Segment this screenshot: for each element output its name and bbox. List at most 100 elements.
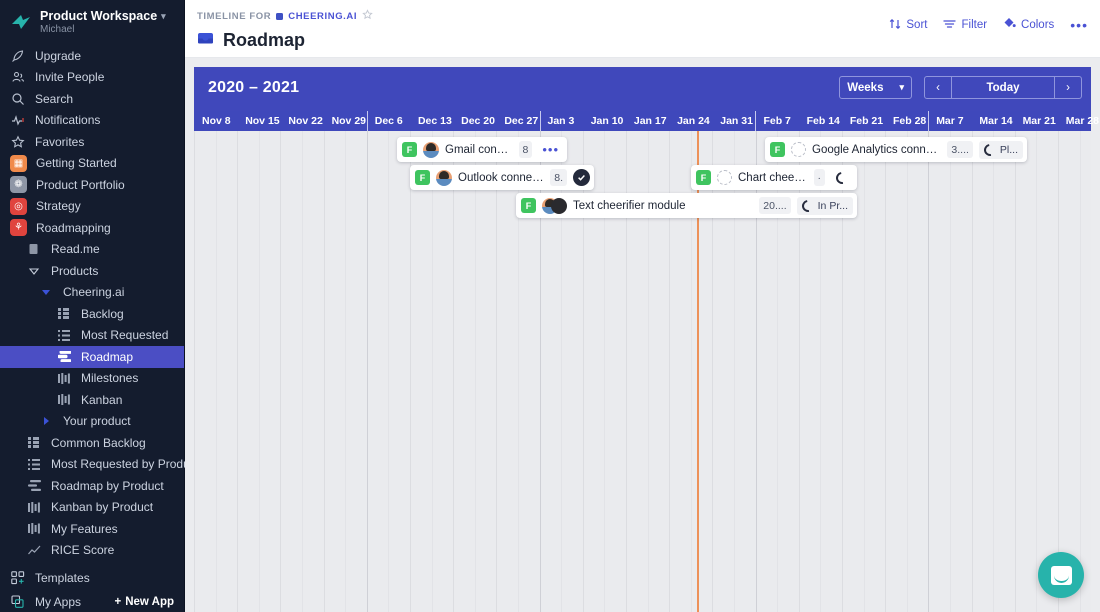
sidebar-item-kanban[interactable]: Kanban xyxy=(0,389,184,411)
sidebar-label: Roadmapping xyxy=(36,220,111,235)
sidebar-label: Most Requested xyxy=(81,328,169,343)
sidebar-main-nav: Upgrade Invite People Search Notificatio… xyxy=(0,45,199,562)
timeline-date-cell: Nov 8 xyxy=(202,115,231,127)
breadcrumb: TIMELINE FOR CHEERING.AI xyxy=(197,9,373,23)
zoom-select[interactable]: Weeks ▾ xyxy=(839,76,912,99)
templates-icon xyxy=(10,571,26,585)
card-more-menu[interactable]: ••• xyxy=(538,143,563,156)
sidebar-item-roadmap-by-product[interactable]: Roadmap by Product xyxy=(0,475,184,497)
timeline-date-cell: Nov 15 xyxy=(245,115,280,127)
workspace-header[interactable]: Product Workspace ▾ Michael xyxy=(0,0,184,45)
status-in-progress-icon[interactable] xyxy=(831,169,853,187)
roadmapping-icon: ⚘ xyxy=(10,219,27,237)
doc-icon xyxy=(26,243,42,255)
timeline-date-cell: Dec 6 xyxy=(366,111,410,131)
avatar-placeholder[interactable] xyxy=(791,142,806,157)
status-label: Pl... xyxy=(999,143,1018,156)
sidebar-item-most-requested-by-product[interactable]: Most Requested by Product xyxy=(0,454,199,476)
timeline-card[interactable]: F Outlook connector 8. xyxy=(410,165,594,190)
timeline-area: 2020 – 2021 Weeks ▾ ‹ Today › Nov 8Nov xyxy=(185,58,1100,612)
sidebar-label: Cheering.ai xyxy=(63,285,125,300)
rocket-icon xyxy=(10,49,26,63)
sidebar-item-my-features[interactable]: My Features xyxy=(0,518,184,540)
gridline xyxy=(323,131,325,612)
sidebar-label: Most Requested by Product xyxy=(51,457,200,472)
search-icon xyxy=(10,92,26,106)
gridline-half xyxy=(388,131,390,612)
roadmap-icon xyxy=(56,351,72,363)
timeline-date-cell: Feb 28 xyxy=(893,115,927,127)
workspace-logo-icon xyxy=(10,11,32,33)
timeline-card[interactable]: F Text cheerifier module 20.... In Pr... xyxy=(516,193,857,218)
breadcrumb-prefix: TIMELINE FOR xyxy=(197,10,272,22)
sidebar-label: Search xyxy=(35,91,74,106)
colors-label: Colors xyxy=(1021,19,1055,31)
caret-down-outline-icon xyxy=(26,265,42,277)
sidebar-item-invite-people[interactable]: Invite People xyxy=(0,67,184,89)
sidebar-item-upgrade[interactable]: Upgrade xyxy=(0,45,184,67)
feature-type-badge: F xyxy=(770,142,785,157)
sidebar-label: Favorites xyxy=(35,134,85,149)
sidebar-label: Invite People xyxy=(35,70,105,85)
sidebar-item-cheering-ai[interactable]: Cheering.ai xyxy=(0,282,184,304)
sort-button[interactable]: Sort xyxy=(889,18,927,33)
colors-button[interactable]: Colors xyxy=(1003,17,1054,33)
sidebar-item-kanban-by-product[interactable]: Kanban by Product xyxy=(0,497,184,519)
gridline xyxy=(453,131,455,612)
sidebar-label: Roadmap xyxy=(81,349,134,364)
sidebar-item-search[interactable]: Search xyxy=(0,88,184,110)
gridline xyxy=(1014,131,1016,612)
avatar xyxy=(423,141,439,158)
prev-period-button[interactable]: ‹ xyxy=(925,77,951,98)
card-title: Chart cheerifier m... xyxy=(738,171,808,184)
today-button[interactable]: Today xyxy=(951,77,1055,98)
timeline-nav-group: ‹ Today › xyxy=(924,76,1082,99)
workspace-user: Michael xyxy=(40,24,75,35)
sidebar-item-read-me[interactable]: Read.me xyxy=(0,239,184,261)
timeline-body: F Gmail connector 8 ••• F Google Analytics co… xyxy=(194,131,1091,612)
chevron-down-icon[interactable]: ▾ xyxy=(161,11,166,22)
my-apps-label[interactable]: My Apps xyxy=(35,595,106,609)
sidebar-item-strategy[interactable]: ◎ Strategy xyxy=(0,196,184,218)
sidebar-item-notifications[interactable]: Notifications xyxy=(0,110,184,132)
sidebar-item-roadmap[interactable]: Roadmap xyxy=(0,346,184,368)
gridline-half xyxy=(863,131,865,612)
star-icon[interactable] xyxy=(362,9,373,23)
sidebar-item-getting-started[interactable]: ▦ Getting Started xyxy=(0,153,184,175)
timeline-card[interactable]: F Gmail connector 8 ••• xyxy=(397,137,567,162)
avatar-placeholder[interactable] xyxy=(717,170,732,185)
timeline-card[interactable]: F Google Analytics connector 3.... Pl... xyxy=(765,137,1027,162)
timeline-card[interactable]: F Chart cheerifier m... · xyxy=(691,165,857,190)
chat-launcher-button[interactable] xyxy=(1038,552,1084,598)
timeline-date-row: Nov 8 Nov 15 Nov 22 Nov 29 Dec 6 Dec 13 Dec 20… xyxy=(194,111,1099,131)
sidebar-item-common-backlog[interactable]: Common Backlog xyxy=(0,432,184,454)
sidebar-bottom-apps-row: My Apps + New App xyxy=(0,595,184,612)
sidebar-item-products[interactable]: Products xyxy=(0,260,184,282)
sidebar-item-roadmapping[interactable]: ⚘ Roadmapping xyxy=(0,217,184,239)
sidebar-item-product-portfolio[interactable]: ❁ Product Portfolio xyxy=(0,174,184,196)
feature-type-badge: F xyxy=(415,170,430,185)
gridline xyxy=(280,131,282,612)
sidebar-item-your-product[interactable]: Your product xyxy=(0,411,184,433)
sidebar-item-backlog[interactable]: Backlog xyxy=(0,303,184,325)
sidebar-item-rice-score[interactable]: RICE Score xyxy=(0,540,184,562)
status-badge[interactable]: Pl... xyxy=(978,140,1023,159)
breadcrumb-product-link[interactable]: CHEERING.AI xyxy=(288,11,357,22)
bars-icon xyxy=(56,394,72,406)
sidebar-item-templates[interactable]: Templates xyxy=(0,571,184,585)
more-options-button[interactable]: ••• xyxy=(1070,18,1088,32)
filter-button[interactable]: Filter xyxy=(943,18,987,33)
spinner-icon xyxy=(833,169,851,186)
spinner-icon xyxy=(981,141,999,158)
sidebar-item-milestones[interactable]: Milestones xyxy=(0,368,184,390)
top-bar: TIMELINE FOR CHEERING.AI Roadmap Sort Fi… xyxy=(185,0,1100,58)
gridline xyxy=(971,131,973,612)
sidebar-item-favorites[interactable]: Favorites xyxy=(0,131,184,153)
star-icon xyxy=(10,135,26,149)
timeline-date-cell: Dec 27 xyxy=(504,115,539,127)
next-period-button[interactable]: › xyxy=(1055,77,1081,98)
status-done-icon[interactable] xyxy=(573,169,590,186)
status-badge[interactable]: In Pr... xyxy=(796,196,853,215)
sidebar-item-most-requested[interactable]: Most Requested xyxy=(0,325,184,347)
new-app-button[interactable]: + New App xyxy=(115,596,175,608)
